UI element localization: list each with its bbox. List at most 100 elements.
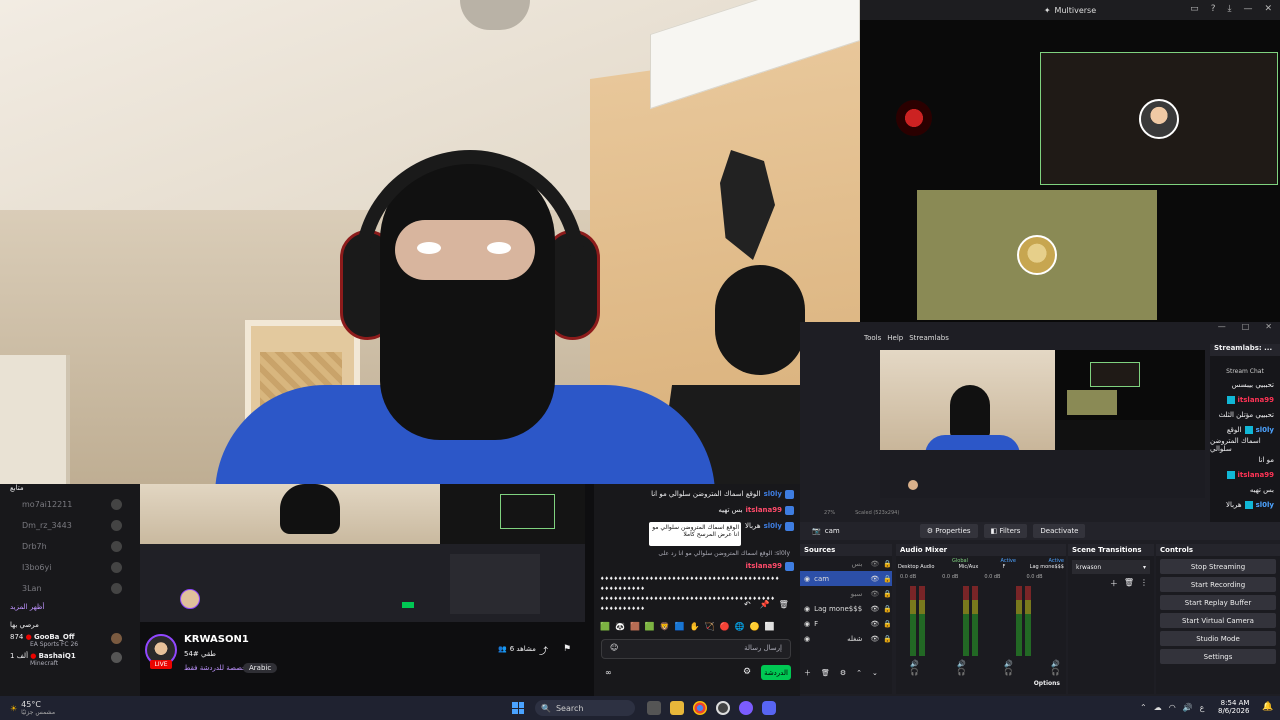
start-recording-button[interactable]: Start Recording [1160, 577, 1276, 592]
help-icon[interactable]: ? [1211, 4, 1216, 14]
start-icon[interactable] [512, 702, 524, 714]
source-item[interactable]: ◉ Lag mone$$$ 👁 🔒 [800, 601, 892, 616]
emote-icon[interactable]: ✋ [690, 622, 700, 636]
eye-icon[interactable]: 👁 [870, 605, 879, 613]
taskbar-search[interactable]: 🔍 Search [535, 700, 635, 716]
delete-icon[interactable]: 🗑 [779, 600, 789, 609]
properties-button[interactable]: ⚙ Properties [919, 524, 978, 538]
channel-name[interactable]: Lag mone$$$ [1030, 564, 1064, 570]
emote-icon[interactable]: 🏹 [705, 622, 715, 636]
channel-name[interactable]: KRWASON1 [184, 634, 249, 645]
eye-icon[interactable]: 👁 [870, 575, 879, 583]
followed-channel[interactable]: Drb7h [0, 536, 140, 557]
emote-icon[interactable]: 🐼 [615, 622, 625, 636]
pin-message-icon[interactable]: 📌 [760, 600, 770, 609]
deactivate-button[interactable]: Deactivate [1033, 524, 1086, 538]
volume-icon[interactable]: 🔊 [1183, 703, 1193, 712]
minimize-icon[interactable]: — [1218, 322, 1226, 331]
source-item[interactable]: ◉ شغله 👁 🔒 [800, 631, 892, 646]
add-source-icon[interactable]: ＋ [804, 668, 811, 678]
discord-icon[interactable] [762, 701, 776, 715]
emote-icon[interactable]: 🟩 [645, 622, 655, 636]
source-item[interactable]: ◉ F 👁 🔒 [800, 616, 892, 631]
stop-streaming-button[interactable]: Stop Streaming [1160, 559, 1276, 574]
wifi-icon[interactable]: ◠ [1169, 703, 1176, 712]
close-icon[interactable]: ✕ [1265, 322, 1272, 331]
start-virtual-camera-button[interactable]: Start Virtual Camera [1160, 613, 1276, 628]
obs-icon[interactable] [716, 701, 730, 715]
lock-icon[interactable]: 🔒 [883, 635, 892, 643]
weather-widget[interactable]: ☀ 45°C مشمس جزئيًا [0, 700, 55, 716]
menu-help[interactable]: Help [887, 334, 903, 342]
lock-icon[interactable]: 🔒 [883, 575, 892, 583]
studio-mode-button[interactable]: Studio Mode [1160, 631, 1276, 646]
participant-tile-speaking[interactable] [1040, 52, 1278, 185]
meter-desktop[interactable] [910, 586, 925, 656]
emote-icon[interactable]: ⬜ [765, 622, 775, 636]
menu-tools[interactable]: Tools [800, 334, 881, 342]
emote-picker-icon[interactable]: ☺ [610, 643, 618, 652]
lock-icon[interactable]: 🔒 [883, 605, 892, 613]
mute-icon[interactable]: 🔊🎧 [910, 660, 925, 676]
participant-tile[interactable] [917, 190, 1157, 320]
recommended-channel[interactable]: 874 ● GooBa_Off EA Sports FC 26 [0, 631, 140, 650]
source-item[interactable]: بس 👁 🔒 [800, 556, 892, 571]
channel-name[interactable]: Mic/Aux [959, 564, 979, 570]
bits-icon[interactable]: ∞ [605, 668, 612, 677]
participant-avatar-red[interactable] [896, 100, 932, 136]
source-item[interactable]: سبو 👁 🔒 [800, 586, 892, 601]
chat-username[interactable]: sl0ly [764, 522, 782, 530]
mute-icon[interactable]: 🔊🎧 [957, 660, 972, 676]
emote-icon[interactable]: 🟦 [675, 622, 685, 636]
chat-send-button[interactable]: الدردشة [761, 665, 791, 680]
source-settings-icon[interactable]: ⚙ [840, 669, 846, 677]
add-icon[interactable]: ＋ [1110, 578, 1118, 589]
notifications-icon[interactable]: 🔔 [1262, 702, 1273, 712]
chat-username[interactable]: sl0ly [764, 490, 782, 498]
obs-preview[interactable] [880, 350, 1205, 498]
chrome-icon[interactable] [693, 701, 707, 715]
close-icon[interactable]: ✕ [1264, 4, 1272, 14]
emote-icon[interactable]: 🟡 [750, 622, 760, 636]
emote-icon[interactable]: 🟫 [630, 622, 640, 636]
chat-username[interactable]: itslana99 [746, 506, 782, 514]
cloud-icon[interactable]: ☁ [1154, 703, 1162, 712]
chat-input[interactable]: إرسال رسالة ☺ [601, 639, 791, 659]
filters-button[interactable]: ◧ Filters [983, 524, 1028, 538]
move-down-icon[interactable]: ⌄ [872, 669, 878, 677]
move-up-icon[interactable]: ⌃ [856, 669, 862, 677]
pin-icon[interactable]: ⚑ [563, 644, 571, 654]
chat-username[interactable]: itslana99 [746, 562, 782, 570]
emote-icon[interactable]: 🟩 [600, 622, 610, 636]
more-icon[interactable]: ⋮ [1140, 578, 1148, 589]
followed-channel[interactable]: mo7ai12211 [0, 494, 140, 515]
stream-category[interactable]: مخصصة للدردشة فقط [184, 664, 250, 672]
mute-icon[interactable]: 🔊🎧 [1004, 660, 1019, 676]
lock-icon[interactable]: 🔒 [883, 620, 892, 628]
settings-button[interactable]: Settings [1160, 649, 1276, 664]
options-button[interactable]: Options [1034, 680, 1060, 687]
maximize-icon[interactable]: □ [1242, 322, 1250, 331]
language-icon[interactable]: ع [1200, 703, 1205, 712]
clock[interactable]: 8:54 AM 8/6/2026 [1218, 699, 1249, 715]
meter-mic[interactable] [963, 586, 978, 656]
channel-name[interactable]: Desktop Audio [898, 564, 934, 570]
monitor-icon[interactable]: ▭ [1190, 4, 1199, 14]
language-tag[interactable]: Arabic [243, 663, 278, 673]
download-icon[interactable]: ⤓ [1227, 4, 1231, 14]
followed-channel[interactable]: Dm_rz_3443 [0, 515, 140, 536]
source-item-selected[interactable]: ◉ cam 👁 🔒 [800, 571, 892, 586]
mute-icon[interactable]: 🔊🎧 [1051, 660, 1066, 676]
followed-channel[interactable]: 3Lan [0, 578, 140, 599]
eye-icon[interactable]: 👁 [870, 635, 879, 643]
eye-icon[interactable]: 👁 [870, 590, 879, 598]
chat-settings-icon[interactable]: ⚙ [743, 667, 751, 677]
stream-video-player[interactable] [140, 484, 585, 622]
eye-icon[interactable]: 👁 [870, 560, 879, 568]
recommended-channel[interactable]: 1 ألف ● BashaiQ1 Minecraft [0, 650, 140, 669]
emote-icon[interactable]: 🔴 [720, 622, 730, 636]
followed-channel[interactable]: I3bo6yi [0, 557, 140, 578]
task-view-icon[interactable] [647, 701, 661, 715]
app-icon[interactable] [739, 701, 753, 715]
menu-streamlabs[interactable]: Streamlabs [909, 334, 949, 342]
